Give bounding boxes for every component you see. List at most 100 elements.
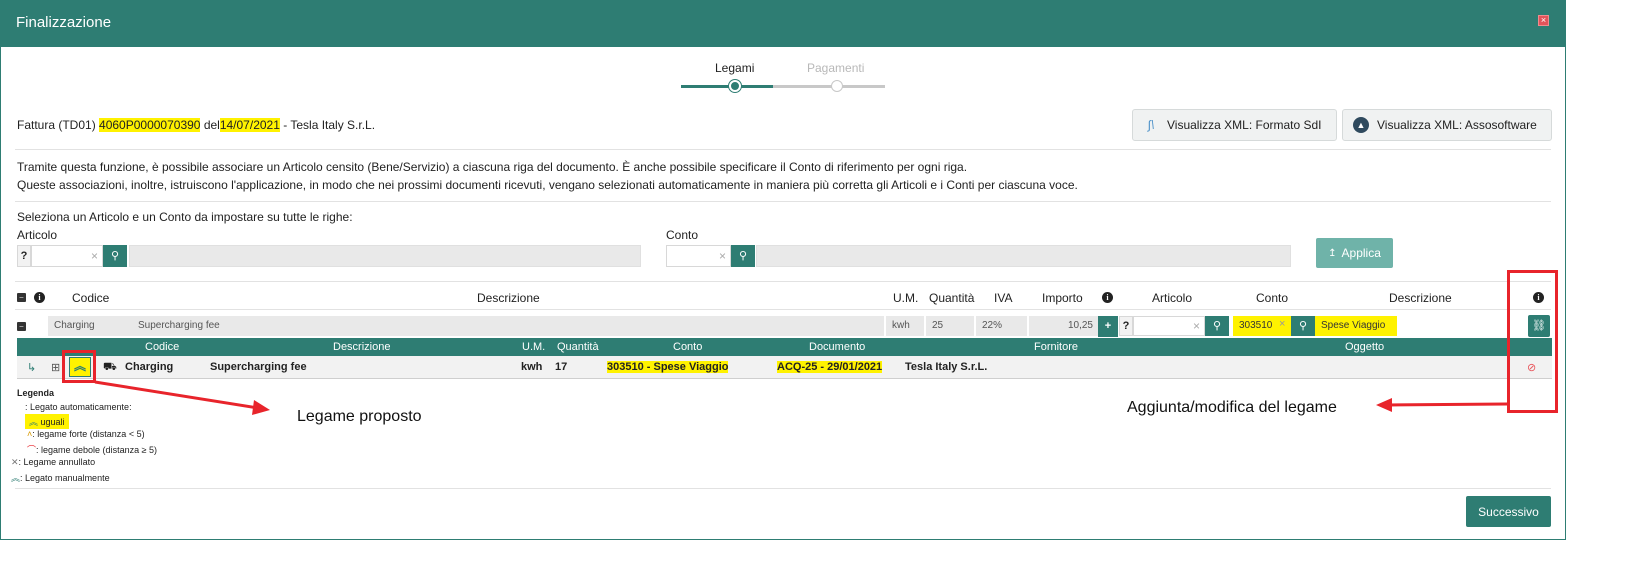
xml-assosoftware-button[interactable]: ▲ Visualizza XML: Assosoftware <box>1342 109 1552 141</box>
col-um: U.M. <box>893 291 919 305</box>
applica-button[interactable]: ↥ Applica <box>1316 238 1393 268</box>
invoice-number: 4060P0000070390 <box>99 118 201 132</box>
col-quantita: Quantità <box>929 291 975 305</box>
step-progress-done <box>681 85 773 88</box>
xml-asso-label: Visualizza XML: Assosoftware <box>1377 118 1537 132</box>
legend-debole: ⌒: legame debole (distanza ≥ 5) <box>27 443 157 456</box>
return-arrow-icon[interactable]: ↳ <box>27 361 36 374</box>
conto-label: Conto <box>666 228 699 242</box>
xml-sdi-button[interactable]: ∫\ Visualizza XML: Formato SdI <box>1132 109 1337 141</box>
sub-table-header: Codice Descrizione U.M. Quantità Conto D… <box>17 338 1552 356</box>
sub-row-codice: Charging <box>125 361 174 373</box>
row-um: kwh <box>886 316 924 336</box>
applica-icon: ↥ <box>1328 247 1337 259</box>
sub-row-um: kwh <box>521 361 543 373</box>
cart-icon[interactable]: ⛟ <box>103 361 117 375</box>
sub-row-fornitore: Tesla Italy S.r.L. <box>905 361 988 373</box>
successivo-button[interactable]: Successivo <box>1466 496 1551 527</box>
articolo-type-selector[interactable]: ? <box>17 245 31 267</box>
articolo-input[interactable]: × <box>31 245 103 267</box>
invoice-supplier: - Tesla Italy S.r.L. <box>283 118 376 132</box>
info-icon[interactable]: i <box>34 292 45 303</box>
bulk-heading: Seleziona un Articolo e un Conto da impo… <box>17 210 353 224</box>
legend-auto: : Legato automaticamente: <box>25 402 132 412</box>
row-iva: 22% <box>976 316 1027 336</box>
sub-row-descrizione: Supercharging fee <box>210 361 307 373</box>
clear-icon[interactable]: × <box>719 249 726 263</box>
invoice-prefix: Fattura (TD01) <box>17 118 96 132</box>
step-legami[interactable]: Legami <box>715 61 754 75</box>
sub-col-conto: Conto <box>673 341 703 353</box>
plus-icon[interactable]: + <box>1098 316 1118 337</box>
sub-row-quantita: 17 <box>555 361 568 373</box>
row-quantita: 25 <box>926 316 974 336</box>
expand-icon[interactable]: ⊞ <box>51 361 60 374</box>
sdi-icon: ∫\ <box>1147 118 1155 132</box>
divider <box>15 149 1551 150</box>
col-codice: Codice <box>72 291 110 305</box>
close-icon[interactable]: × <box>1538 15 1549 26</box>
collapse-row-icon[interactable]: – <box>17 322 26 331</box>
row-conto-descrizione: Spese Viaggio <box>1315 316 1397 336</box>
col-iva: IVA <box>994 291 1013 305</box>
search-icon[interactable]: ⚲ <box>103 245 127 267</box>
legend-uguali-label: uguali <box>40 417 65 427</box>
legend-forte-label: : legame forte (distanza < 5) <box>32 429 145 439</box>
row-importo: 10,25 <box>1029 316 1099 336</box>
sub-table-row: ↳ ⊞ ︽ ⛟ Charging Supercharging fee kwh 1… <box>17 356 1552 379</box>
sub-col-codice: Codice <box>145 341 180 353</box>
invoice-del: del <box>203 118 220 132</box>
search-icon[interactable]: ⚲ <box>731 245 755 267</box>
sub-col-fornitore: Fornitore <box>1034 341 1079 353</box>
conto-description-field <box>756 245 1291 267</box>
divider <box>15 201 1551 202</box>
divider <box>15 281 1551 282</box>
dialog-titlebar: Finalizzazione × <box>1 1 1565 47</box>
xml-sdi-label: Visualizza XML: Formato SdI <box>1167 118 1322 132</box>
sub-row-documento: ACQ-25 - 29/01/2021 <box>777 361 883 373</box>
search-icon[interactable]: ⚲ <box>1291 316 1315 336</box>
annotation-aggiunta: Aggiunta/modifica del legame <box>1127 399 1337 416</box>
legend-uguali: ︽ uguali <box>25 414 69 429</box>
sub-col-quantita: Quantità <box>557 341 599 353</box>
clear-icon[interactable]: × <box>91 249 98 263</box>
legend-debole-label: : legame debole (distanza ≥ 5) <box>36 445 158 455</box>
invoice-date: 14/07/2021 <box>219 118 280 132</box>
row-descrizione: Supercharging fee <box>132 316 884 336</box>
sub-col-oggetto: Oggetto <box>1345 341 1385 353</box>
wizard-stepper: Legami Pagamenti <box>679 59 889 99</box>
sub-col-documento: Documento <box>809 341 866 353</box>
info-icon[interactable]: i <box>1102 292 1113 303</box>
manual-link-icon: ︽ <box>11 473 21 483</box>
row-articolo-input[interactable]: × <box>1133 316 1205 336</box>
annotation-proposto: Legame proposto <box>297 408 422 425</box>
conto-input[interactable]: × <box>666 245 731 267</box>
annotation-box-proposto <box>62 350 96 383</box>
divider <box>15 309 1551 310</box>
dialog-title: Finalizzazione <box>16 14 112 31</box>
articolo-description-field <box>129 245 641 267</box>
row-articolo-type[interactable]: ? <box>1119 316 1133 336</box>
sub-row-conto: 303510 - Spese Viaggio <box>607 361 729 373</box>
clear-icon[interactable]: × <box>1193 319 1200 333</box>
step-pagamenti[interactable]: Pagamenti <box>807 61 864 75</box>
sub-col-um: U.M. <box>522 341 546 353</box>
legend-forte: ˄: legame forte (distanza < 5) <box>27 429 145 439</box>
legend-annullato-label: : Legame annullato <box>18 457 96 467</box>
sub-col-descrizione: Descrizione <box>333 341 391 353</box>
step-progress-todo <box>773 85 885 88</box>
chevrons-up-icon: ︽ <box>29 417 39 427</box>
col-importo: Importo <box>1042 291 1083 305</box>
clear-icon[interactable]: × <box>1279 318 1285 330</box>
step-dot-active <box>729 80 741 92</box>
collapse-all-icon[interactable]: – <box>17 293 26 302</box>
legend-manuale: ︽: Legato manualmente <box>11 471 110 484</box>
articolo-label: Articolo <box>17 228 58 242</box>
col-articolo: Articolo <box>1152 291 1193 305</box>
finalizzazione-dialog: Finalizzazione × Legami Pagamenti Fattur… <box>0 0 1566 540</box>
search-icon[interactable]: ⚲ <box>1205 316 1229 336</box>
divider <box>15 488 1551 489</box>
arc-icon: ⌒ <box>27 445 37 455</box>
cancel-icon: ✕ <box>11 457 19 467</box>
assosoftware-icon: ▲ <box>1353 117 1369 133</box>
